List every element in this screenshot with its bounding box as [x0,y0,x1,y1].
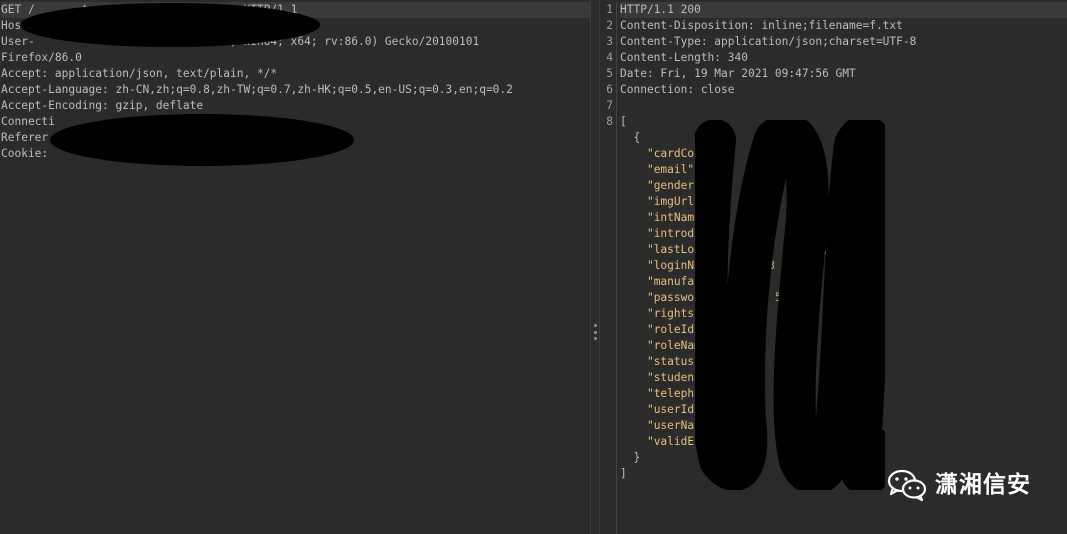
response-line[interactable]: HTTP/1.1 200 [620,2,1067,18]
line-number: 1 [606,3,613,16]
json-key: "intName [646,211,701,224]
json-key: "lastLog [646,243,701,256]
response-line[interactable]: Date: Fri, 19 Mar 2021 09:47:56 GMT [620,66,1067,82]
drag-handle-icon[interactable] [594,324,597,340]
json-key: "passwor [646,291,701,304]
json-key: "imgUrl [646,195,695,208]
json-key: "gender [646,179,695,192]
json-key: "studen [646,371,695,384]
response-line[interactable]: Content-Length: 340 [620,50,1067,66]
json-key: "teleph [646,387,695,400]
watermark: 潇湘信安 [887,468,1031,502]
response-line[interactable]: Content-Type: application/json;charset=U… [620,34,1067,50]
line-number: 2 [606,19,613,32]
json-brace: } [633,451,641,464]
json-key: "userId [646,403,695,416]
json-key: "rights" [646,307,701,320]
json-key: "introdu [646,227,701,240]
line-number: 7 [606,99,613,112]
redaction-mark [50,114,354,166]
line-number: 6 [606,83,613,96]
request-line[interactable]: Accept-Language: zh-CN,zh;q=0.8,zh-TW;q=… [1,82,590,98]
json-key: "loginNa [646,259,701,272]
json-key: "email" [646,163,695,176]
json-bracket: ] [620,467,627,480]
json-key: "userNa [646,419,695,432]
request-pane[interactable]: GET / t email ve HTTP/1.1 Host: User- do… [0,0,590,534]
redaction-mark [695,120,885,490]
line-number: 4 [606,51,613,64]
json-key: "status [646,355,695,368]
line-number-gutter: 1 2 3 4 5 6 7 8 [600,2,617,534]
response-pane[interactable]: 1 2 3 4 5 6 7 8 HTTP/1.1 200 Content-Dis… [600,0,1067,534]
watermark-text: 潇湘信安 [935,472,1031,498]
json-brace: { [633,131,641,144]
response-line[interactable]: Content-Disposition: inline;filename=f.t… [620,18,1067,34]
redaction-mark [20,3,320,47]
request-line[interactable]: Accept: application/json, text/plain, */… [1,66,590,82]
wechat-icon [887,469,927,502]
json-key: "validE [646,435,695,448]
line-number: 5 [606,67,613,80]
json-key: "roleNam [646,339,701,352]
http-viewer: GET / t email ve HTTP/1.1 Host: User- do… [0,0,1067,534]
line-number: 8 [606,115,613,128]
line-number: 3 [606,35,613,48]
json-key: "manufac [646,275,701,288]
response-line[interactable] [620,98,1067,114]
json-key: "roleId" [646,323,701,336]
pane-splitter[interactable] [590,0,600,534]
request-line[interactable]: Firefox/86.0 [1,50,590,66]
response-line[interactable]: Connection: close [620,82,1067,98]
json-key: "cardCo [646,147,695,160]
